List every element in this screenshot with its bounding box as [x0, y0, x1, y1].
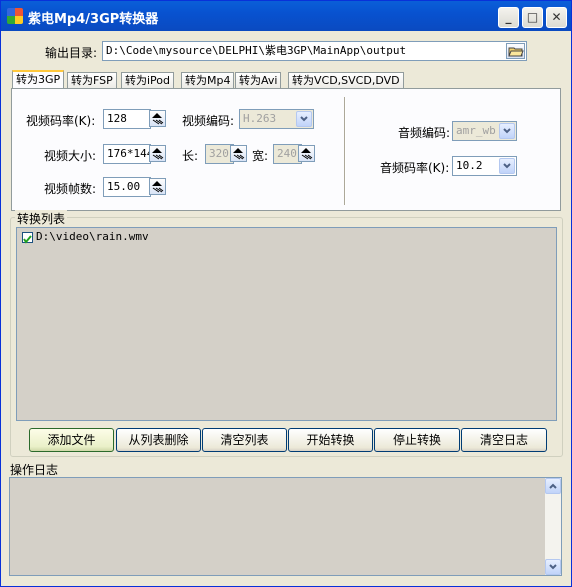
tab-ipod[interactable]: 转为iPod	[121, 72, 175, 88]
dropdown-button[interactable]	[296, 111, 312, 127]
spin-arrows-icon	[152, 148, 164, 160]
spin-arrows-icon	[152, 181, 164, 193]
video-bitrate-label: 视频码率(K):	[26, 114, 96, 128]
browse-folder-button[interactable]	[506, 43, 525, 59]
clear-log-button[interactable]: 清空日志	[461, 428, 547, 452]
chevron-down-icon	[300, 116, 308, 122]
video-fps-spinner[interactable]	[149, 178, 166, 195]
log-scrollbar[interactable]	[545, 478, 561, 575]
length-spinner[interactable]	[230, 145, 247, 162]
output-dir-field[interactable]: D:\Code\mysource\DELPHI\紫电3GP\MainApp\ou…	[102, 41, 527, 61]
tab-vcd[interactable]: 转为VCD,SVCD,DVD	[288, 72, 404, 88]
dropdown-button[interactable]	[499, 158, 515, 174]
spin-arrows-icon	[233, 148, 245, 160]
scroll-down-button[interactable]	[545, 559, 561, 575]
video-codec-label: 视频编码:	[182, 114, 235, 128]
item-checkbox[interactable]	[22, 232, 33, 244]
list-item[interactable]: D:\video\rain.wmv	[17, 228, 556, 246]
video-codec-value: H.263	[243, 112, 277, 125]
spin-arrows-icon	[152, 113, 164, 125]
chevron-down-icon	[549, 564, 557, 570]
chevron-down-icon	[503, 128, 511, 134]
video-size-label: 视频大小:	[44, 149, 97, 163]
list-item-path: D:\video\rain.wmv	[36, 230, 149, 243]
length-label: 长:	[182, 149, 199, 163]
spin-arrows-icon	[301, 148, 313, 160]
add-file-button[interactable]: 添加文件	[29, 428, 114, 452]
app-icon	[7, 8, 23, 24]
stop-convert-button[interactable]: 停止转换	[374, 428, 460, 452]
output-dir-label: 输出目录:	[45, 46, 98, 60]
log-area[interactable]	[9, 477, 562, 576]
convert-list[interactable]: D:\video\rain.wmv	[16, 227, 557, 421]
audio-bitrate-select[interactable]: 10.2	[452, 156, 517, 176]
video-codec-select[interactable]: H.263	[239, 109, 314, 129]
audio-codec-label: 音频编码:	[398, 126, 451, 140]
video-bitrate-spinner[interactable]	[149, 110, 166, 127]
video-fps-input[interactable]: 15.00	[103, 177, 151, 197]
close-button[interactable]: ✕	[546, 7, 567, 28]
scroll-up-button[interactable]	[545, 478, 561, 494]
chevron-down-icon	[503, 163, 511, 169]
chevron-up-icon	[549, 483, 557, 489]
window-title: 紫电Mp4/3GP转换器	[28, 12, 159, 27]
minimize-button[interactable]: _	[498, 7, 519, 28]
open-folder-icon	[508, 47, 524, 57]
width-spinner[interactable]	[298, 145, 315, 162]
convert-list-label: 转换列表	[15, 210, 68, 227]
tab-avi[interactable]: 转为Avi	[235, 72, 282, 88]
video-bitrate-input[interactable]: 128	[103, 109, 151, 129]
audio-bitrate-value: 10.2	[456, 159, 483, 172]
tab-3gp[interactable]: 转为3GP	[12, 70, 65, 89]
main-window: 紫电Mp4/3GP转换器 _ □ ✕ 输出目录: D:\Code\mysourc…	[0, 0, 572, 587]
video-size-input[interactable]: 176*144	[103, 144, 151, 164]
tab-fsp[interactable]: 转为FSP	[67, 72, 117, 88]
tab-mp4[interactable]: 转为Mp4	[181, 72, 235, 88]
audio-codec-value: amr_wb	[456, 124, 496, 137]
audio-bitrate-label: 音频码率(K):	[380, 161, 450, 175]
video-size-spinner[interactable]	[149, 145, 166, 162]
check-icon	[23, 235, 32, 244]
video-fps-label: 视频帧数:	[44, 182, 97, 196]
start-convert-button[interactable]: 开始转换	[288, 428, 373, 452]
clear-list-button[interactable]: 清空列表	[202, 428, 287, 452]
remove-from-list-button[interactable]: 从列表删除	[116, 428, 201, 452]
dropdown-button[interactable]	[499, 123, 515, 139]
maximize-button[interactable]: □	[522, 7, 543, 28]
panel-divider	[344, 97, 346, 205]
audio-codec-select[interactable]: amr_wb	[452, 121, 517, 141]
log-label: 操作日志	[10, 463, 59, 477]
title-bar[interactable]: 紫电Mp4/3GP转换器 _ □ ✕	[1, 1, 571, 31]
width-label: 宽:	[252, 149, 269, 163]
